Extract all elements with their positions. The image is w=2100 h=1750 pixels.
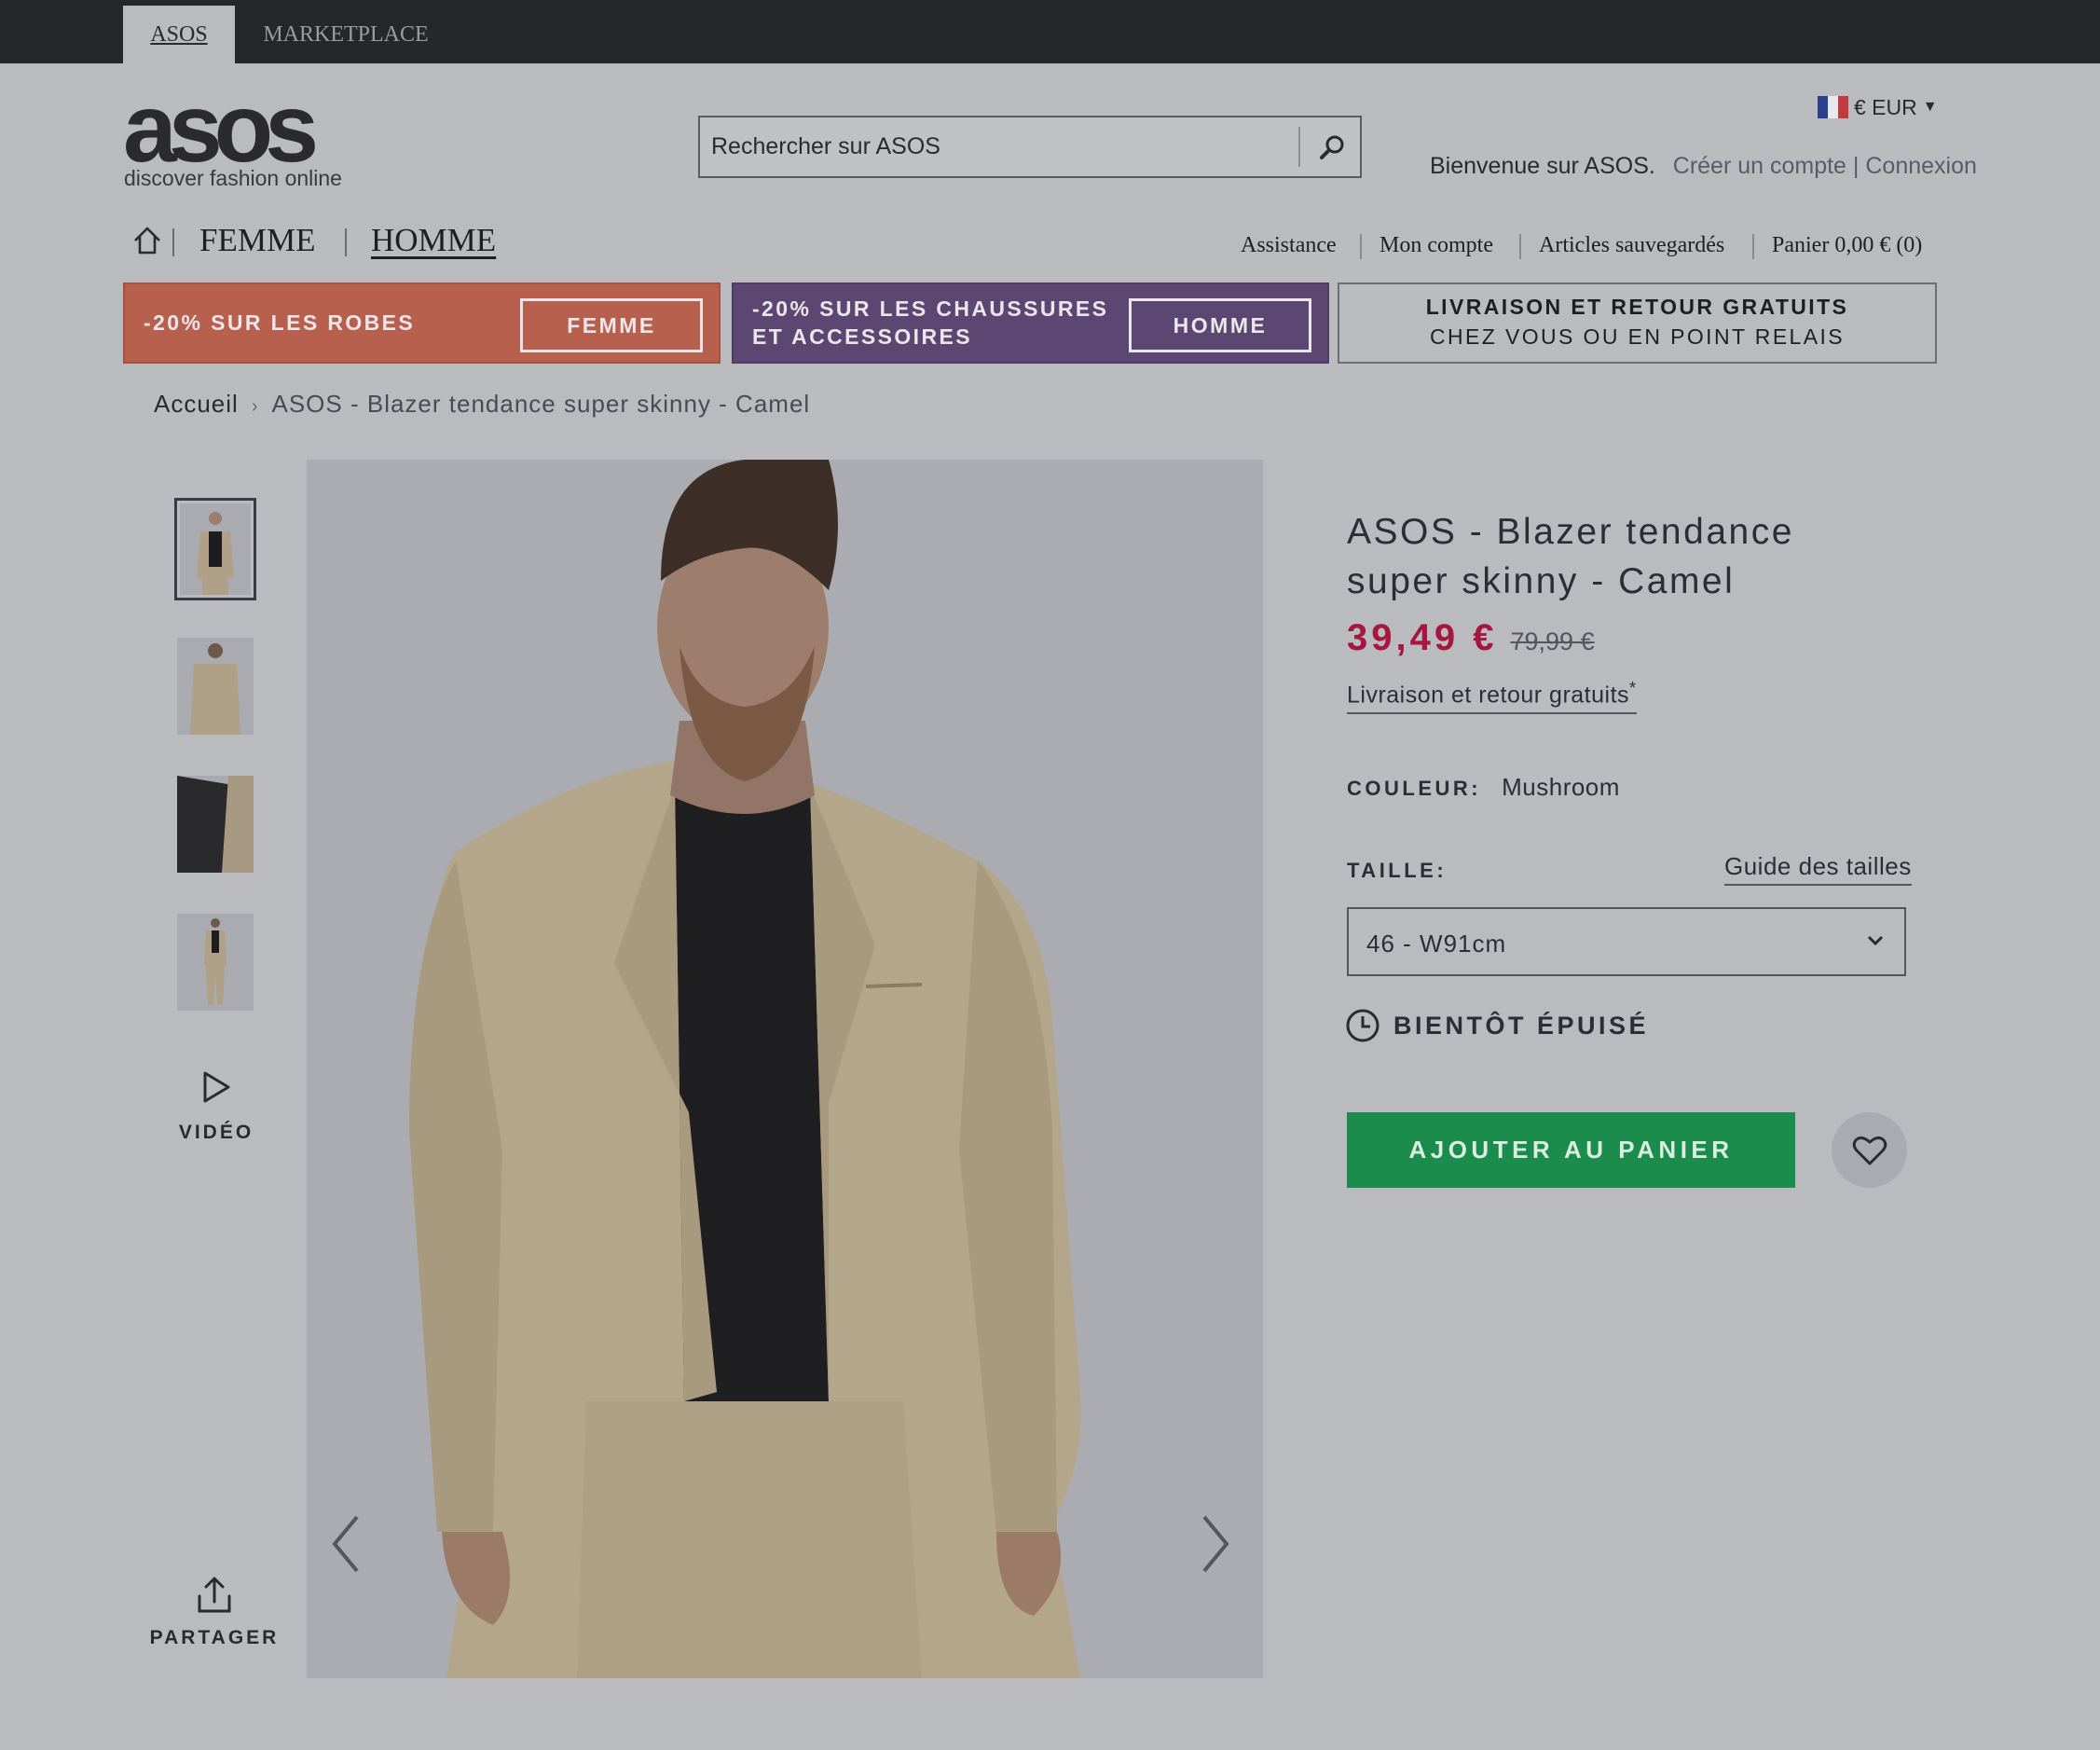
color-value: Mushroom — [1502, 773, 1620, 801]
color-row: COULEUR: Mushroom — [1347, 773, 1620, 802]
thumbnail-4[interactable] — [177, 914, 254, 1011]
tab-marketplace[interactable]: MARKETPLACE — [244, 6, 447, 63]
breadcrumb-home[interactable]: Accueil — [154, 390, 239, 418]
currency-selector[interactable]: € EUR ▼ — [1818, 93, 1938, 121]
share-icon — [198, 1577, 231, 1613]
add-to-cart-button[interactable]: AJOUTER AU PANIER — [1347, 1112, 1795, 1188]
size-value: 46 - W91cm — [1366, 930, 1507, 958]
size-guide-link[interactable]: Guide des tailles — [1724, 852, 1912, 886]
asos-logo[interactable]: asos discover fashion online — [123, 80, 356, 196]
welcome-text: Bienvenue sur ASOS. — [1430, 153, 1655, 179]
search-divider — [1298, 127, 1300, 167]
nav-divider — [345, 228, 347, 256]
share-button[interactable]: PARTAGER — [149, 1576, 280, 1649]
nav-mon-compte[interactable]: Mon compte — [1379, 233, 1493, 258]
chevron-down-icon — [1867, 935, 1884, 946]
promo-text-line1: -20% SUR LES CHAUSSURES — [752, 296, 1109, 321]
currency-label: € EUR — [1854, 94, 1917, 119]
promo-text: -20% SUR LES ROBES — [144, 310, 416, 335]
delivery-line2: CHEZ VOUS OU EN POINT RELAIS — [1429, 324, 1846, 349]
top-strip: ASOS MARKETPLACE — [0, 0, 2100, 63]
thumbnail-1[interactable] — [174, 498, 256, 600]
low-stock-text: BIENTÔT ÉPUISÉ — [1393, 1011, 1650, 1040]
util-divider — [1519, 234, 1521, 259]
account-separator: | — [1852, 153, 1860, 179]
save-for-later-button[interactable] — [1832, 1112, 1907, 1188]
util-divider — [1752, 234, 1754, 259]
account-welcome: Bienvenue sur ASOS. Créer un compte | Co… — [1430, 153, 1977, 180]
nav-homme[interactable]: HOMME — [371, 222, 496, 259]
promo-banner-homme[interactable]: -20% SUR LES CHAUSSURES ET ACCESSOIRES H… — [732, 282, 1329, 364]
thumbnail-image — [180, 503, 251, 595]
product-main-image[interactable] — [307, 460, 1263, 1678]
thumbnail-image — [177, 914, 254, 1011]
promo-text-line2: ET ACCESSOIRES — [752, 324, 972, 349]
thumbnail-image — [177, 776, 254, 873]
product-title: ASOS - Blazer tendance super skinny - Ca… — [1347, 512, 1794, 601]
size-select[interactable]: 46 - W91cm — [1347, 907, 1906, 976]
delivery-line1: LIVRAISON ET RETOUR GRATUITS — [1425, 295, 1849, 319]
logo-tagline: discover fashion online — [124, 166, 342, 190]
thumbnail-image — [177, 638, 254, 735]
nav-femme[interactable]: FEMME — [199, 222, 315, 259]
breadcrumb-separator: › — [251, 396, 259, 417]
breadcrumb-current: ASOS - Blazer tendance super skinny - Ca… — [271, 390, 811, 418]
shipping-text: Livraison et retour gratuits — [1347, 682, 1630, 709]
product-photo — [307, 460, 1263, 1678]
nav-assistance[interactable]: Assistance — [1241, 233, 1337, 258]
size-label: TAILLE: — [1347, 859, 1448, 882]
nav-panier[interactable]: Panier 0,00 € (0) — [1772, 233, 1922, 258]
low-stock-notice: BIENTÔT ÉPUISÉ — [1345, 1008, 1649, 1043]
original-price: 79,99 € — [1510, 627, 1595, 655]
clock-icon — [1346, 1009, 1379, 1042]
video-button[interactable]: VIDÉO — [168, 1070, 265, 1144]
search-box — [698, 116, 1362, 178]
nav-divider — [172, 228, 174, 256]
color-label: COULEUR: — [1347, 777, 1482, 800]
promo-banner-femme[interactable]: -20% SUR LES ROBES FEMME — [123, 282, 721, 364]
util-divider — [1360, 234, 1362, 259]
breadcrumb: Accueil › ASOS - Blazer tendance super ski… — [154, 390, 810, 419]
share-label: PARTAGER — [149, 1627, 280, 1648]
home-icon[interactable] — [130, 224, 164, 257]
heart-icon — [1852, 1136, 1887, 1164]
promo-homme-button[interactable]: HOMME — [1129, 298, 1311, 352]
price-block: 39,49 € 79,99 € — [1347, 617, 1595, 659]
play-icon — [203, 1071, 230, 1103]
thumbnail-2[interactable] — [177, 638, 254, 735]
login-link[interactable]: Connexion — [1865, 153, 1977, 179]
promo-delivery[interactable]: LIVRAISON ET RETOUR GRATUITS CHEZ VOUS O… — [1338, 282, 1937, 364]
tab-asos[interactable]: ASOS — [123, 6, 235, 63]
caret-down-icon: ▼ — [1922, 99, 1938, 115]
search-input[interactable] — [700, 117, 1297, 176]
nav-articles-sauvegardes[interactable]: Articles sauvegardés — [1539, 233, 1724, 258]
promo-femme-button[interactable]: FEMME — [520, 298, 703, 352]
search-icon[interactable] — [1308, 131, 1354, 164]
chevron-right-icon[interactable] — [1197, 1511, 1234, 1577]
create-account-link[interactable]: Créer un compte — [1673, 153, 1846, 179]
france-flag-icon — [1818, 96, 1848, 118]
shipping-mark: * — [1629, 679, 1637, 697]
video-label: VIDÉO — [178, 1122, 254, 1143]
logo-wordmark: asos — [123, 75, 319, 183]
thumbnail-3[interactable] — [177, 776, 254, 873]
current-price: 39,49 € — [1347, 617, 1498, 658]
chevron-left-icon[interactable] — [327, 1511, 364, 1577]
free-shipping-link[interactable]: Livraison et retour gratuits* — [1347, 679, 1637, 715]
